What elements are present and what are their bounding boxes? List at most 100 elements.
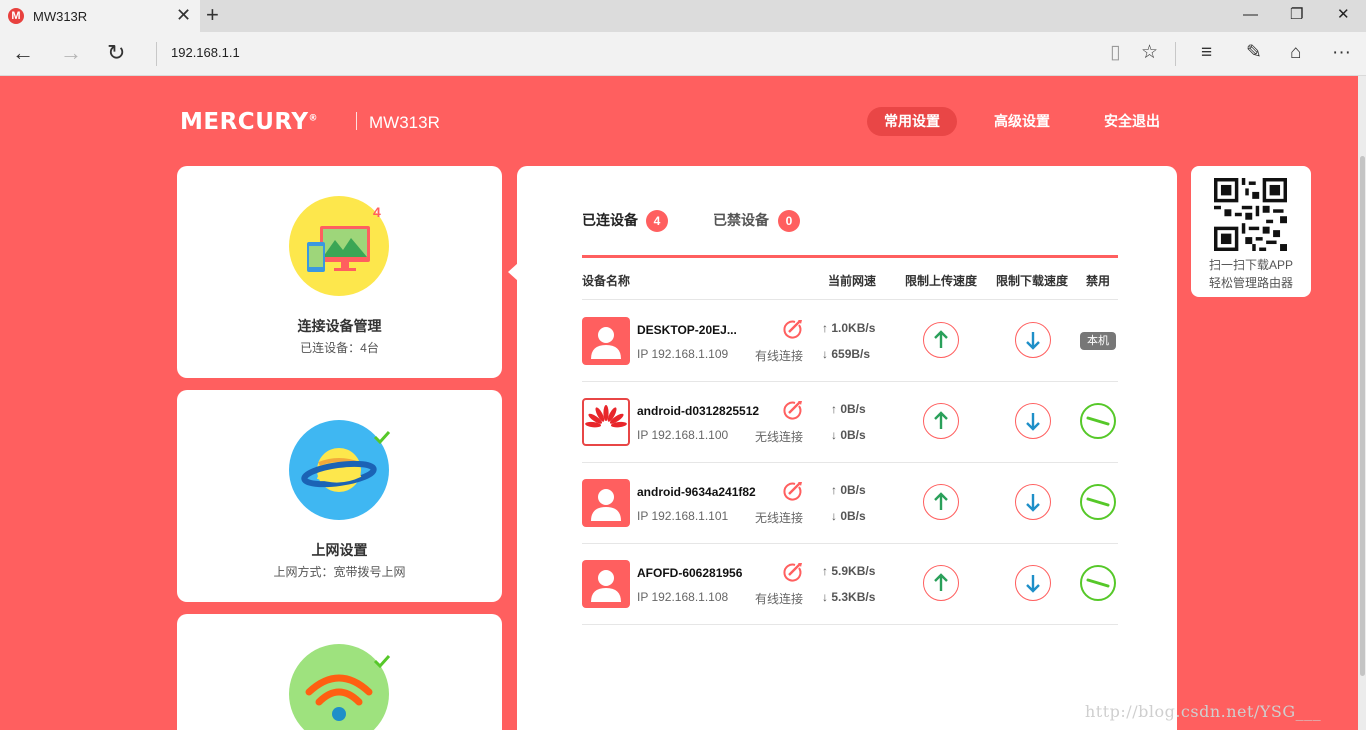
refresh-icon[interactable]: ↻ [107, 41, 125, 65]
limit-upload-button[interactable] [923, 484, 959, 520]
device-ip: IP 192.168.1.100 [637, 428, 729, 442]
browser-tabbar: M MW313R ✕ + — ❐ ✕ [0, 0, 1366, 32]
device-row: AFOFD-606281956 IP 192.168.1.108 有线连接 ↑ 5.9… [582, 543, 1118, 624]
qr-card: 扫一扫下载APP 轻松管理路由器 [1191, 166, 1311, 297]
back-icon[interactable]: ← [12, 41, 34, 65]
hub-icon[interactable]: ≡ [1201, 42, 1212, 64]
tab-underline [582, 255, 1118, 258]
download-speed: ↓ 5.3KB/s [822, 590, 876, 604]
device-name: android-d0312825512 [637, 404, 760, 418]
tab-title: MW313R [33, 9, 88, 24]
restore-icon[interactable]: ❐ [1290, 6, 1303, 24]
nav-logout[interactable]: 安全退出 [1087, 107, 1177, 136]
up-arrow-icon: ↑ [831, 402, 841, 416]
ban-device-button[interactable] [1080, 484, 1116, 520]
col-current-speed: 当前网速 [828, 274, 877, 288]
share-icon[interactable]: ⌂ [1290, 42, 1301, 64]
watermark: http://blog.csdn.net/YSG___ [1085, 702, 1322, 721]
close-tab-icon[interactable]: ✕ [176, 6, 191, 24]
huawei-logo-icon [582, 398, 630, 446]
mercury-logo: MERCURY® [180, 109, 318, 135]
nav-advanced-settings[interactable]: 高级设置 [977, 107, 1067, 136]
col-device-name: 设备名称 [582, 274, 631, 288]
device-row: android-9634a241f82 IP 192.168.1.101 无线连接 ↑… [582, 462, 1118, 543]
edit-name-icon[interactable] [781, 480, 803, 507]
banned-count-badge: 0 [778, 210, 800, 232]
toolbar-separator [1175, 42, 1176, 66]
upload-speed: ↑ 5.9KB/s [822, 564, 876, 578]
device-name: AFOFD-606281956 [637, 566, 743, 580]
this-device-badge: 本机 [1080, 332, 1116, 350]
limit-download-button[interactable] [1015, 403, 1051, 439]
logo-separator [356, 112, 357, 130]
reading-view-icon[interactable]: ▯ [1110, 42, 1120, 64]
up-arrow-icon: ↑ [831, 483, 841, 497]
device-panel: 已连设备 4 已禁设备 0 设备名称 当前网速 限制上传速度 限制下载速度 禁用… [517, 166, 1177, 730]
col-limit-download: 限制下载速度 [996, 274, 1069, 288]
card-device-management[interactable]: 4 连接设备管理 已连设备：4台 [177, 166, 502, 378]
mercury-favicon-icon: M [8, 8, 24, 24]
address-separator [156, 42, 157, 66]
page-scrollbar[interactable] [1358, 76, 1366, 730]
upload-speed: ↑ 0B/s [831, 483, 866, 497]
minimize-icon[interactable]: — [1243, 6, 1258, 24]
card-subtitle: 上网方式：宽带拨号上网 [273, 565, 406, 579]
limit-download-button[interactable] [1015, 322, 1051, 358]
browser-tab[interactable]: M MW313R ✕ [0, 0, 200, 32]
device-ip: IP 192.168.1.109 [637, 347, 729, 361]
upload-speed: ↑ 0B/s [831, 402, 866, 416]
limit-upload-button[interactable] [923, 322, 959, 358]
check-icon [373, 654, 391, 673]
address-bar: ← → ↻ 192.168.1.1 ▯ ☆ ≡ ✎ ⌂ ··· [0, 32, 1366, 76]
qr-caption-2: 轻松管理路由器 [1208, 276, 1293, 290]
ban-device-button[interactable] [1080, 565, 1116, 601]
device-name: DESKTOP-20EJ... [637, 323, 737, 337]
url-input[interactable]: 192.168.1.1 [171, 45, 240, 60]
card-title: 上网设置 [311, 542, 368, 558]
new-tab-icon[interactable]: + [206, 4, 219, 26]
limit-download-button[interactable] [1015, 565, 1051, 601]
col-ban: 禁用 [1086, 274, 1111, 288]
scroll-thumb[interactable] [1360, 156, 1365, 676]
device-row: DESKTOP-20EJ... IP 192.168.1.109 有线连接 ↑ 1.0… [582, 300, 1118, 381]
edit-name-icon[interactable] [781, 561, 803, 588]
col-limit-upload: 限制上传速度 [905, 274, 978, 288]
user-avatar-icon [582, 317, 630, 365]
connection-type: 无线连接 [755, 511, 804, 525]
up-arrow-icon: ↑ [822, 321, 832, 335]
qr-caption-1: 扫一扫下载APP [1208, 258, 1293, 272]
connection-type: 有线连接 [755, 592, 804, 606]
device-count-badge: 4 [373, 204, 381, 220]
device-row: android-d0312825512 IP 192.168.1.100 无线连接 ↑… [582, 381, 1118, 462]
more-icon[interactable]: ··· [1332, 42, 1351, 64]
down-arrow-icon: ↓ [822, 590, 832, 604]
tab-banned-devices[interactable]: 已禁设备 [713, 210, 769, 230]
connected-count-badge: 4 [646, 210, 668, 232]
card-title: 连接设备管理 [297, 318, 382, 334]
edit-name-icon[interactable] [781, 318, 803, 345]
limit-download-button[interactable] [1015, 484, 1051, 520]
down-arrow-icon: ↓ [831, 509, 841, 523]
limit-upload-button[interactable] [923, 565, 959, 601]
down-arrow-icon: ↓ [831, 428, 841, 442]
tab-connected-devices[interactable]: 已连设备 [582, 210, 638, 230]
download-speed: ↓ 0B/s [831, 428, 866, 442]
close-window-icon[interactable]: ✕ [1337, 6, 1350, 24]
router-model: MW313R [369, 113, 440, 132]
web-note-icon[interactable]: ✎ [1246, 42, 1262, 64]
forward-icon[interactable]: → [60, 41, 82, 65]
card-internet-settings[interactable]: 上网设置 上网方式：宽带拨号上网 [177, 390, 502, 602]
nav-common-settings[interactable]: 常用设置 [867, 107, 957, 136]
limit-upload-button[interactable] [923, 403, 959, 439]
ban-device-button[interactable] [1080, 403, 1116, 439]
up-arrow-icon: ↑ [822, 564, 832, 578]
edit-name-icon[interactable] [781, 399, 803, 426]
card-wireless-settings[interactable] [177, 614, 502, 730]
upload-speed: ↑ 1.0KB/s [822, 321, 876, 335]
device-ip: IP 192.168.1.101 [637, 509, 729, 523]
row-divider [582, 624, 1118, 625]
user-avatar-icon [582, 560, 630, 608]
card-subtitle: 已连设备：4台 [300, 341, 379, 355]
favorite-star-icon[interactable]: ☆ [1141, 42, 1158, 64]
connection-type: 有线连接 [755, 349, 804, 363]
